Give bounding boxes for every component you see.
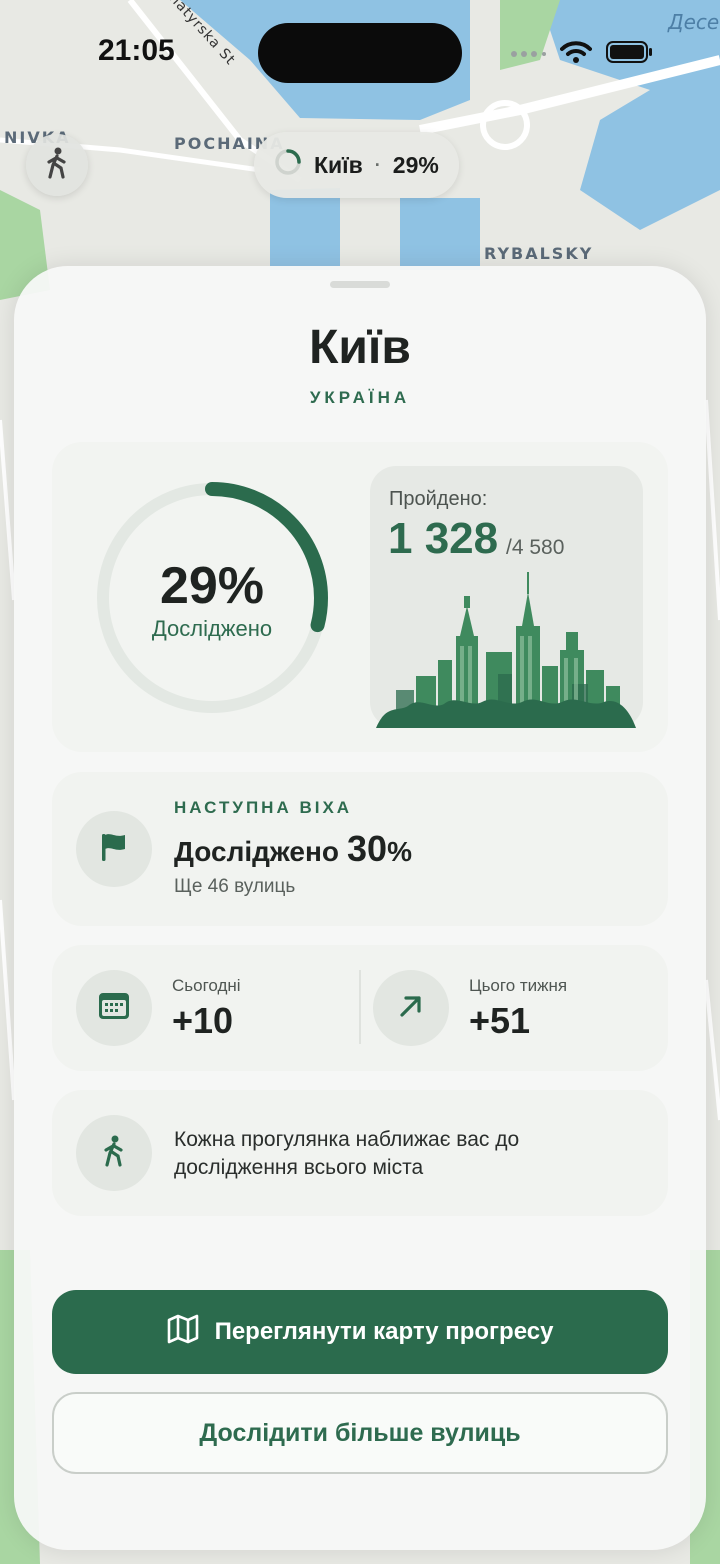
walk-mode-button[interactable] bbox=[26, 134, 88, 196]
progress-percent: 29% bbox=[159, 557, 265, 615]
walked-total: /4 580 bbox=[506, 536, 565, 559]
week-icon-circle bbox=[373, 970, 449, 1046]
flag-icon bbox=[99, 831, 129, 868]
calendar-icon bbox=[98, 992, 130, 1025]
sheet-title: Київ bbox=[309, 321, 411, 374]
map-label-water: Десе bbox=[668, 10, 720, 34]
pill-city-name: Київ bbox=[314, 151, 363, 178]
pill-percent: 29% bbox=[392, 151, 439, 178]
today-label: Сьогодні bbox=[172, 976, 241, 995]
loading-ring-icon bbox=[274, 148, 302, 182]
progress-label: Досліджено bbox=[151, 616, 273, 641]
milestone-icon-circle bbox=[76, 811, 152, 887]
walked-count: 1 328 bbox=[388, 514, 499, 563]
view-progress-map-label: Переглянути карту прогресу bbox=[214, 1318, 554, 1345]
milestone-target-suffix: % bbox=[387, 836, 412, 867]
today-icon-circle bbox=[76, 970, 152, 1046]
milestone-remaining: Ще 46 вулиць bbox=[174, 876, 296, 897]
map-icon bbox=[167, 1314, 199, 1351]
week-value: +51 bbox=[469, 1000, 531, 1041]
arrow-up-right-icon bbox=[397, 992, 425, 1025]
today-value: +10 bbox=[172, 1000, 234, 1041]
stats-divider bbox=[359, 970, 361, 1044]
dynamic-island bbox=[258, 23, 462, 83]
milestone-title-prefix: Досліджено bbox=[174, 836, 340, 867]
explore-more-streets-button[interactable]: Дослідити більше вулиць bbox=[52, 1392, 668, 1474]
walking-person-icon bbox=[44, 147, 70, 184]
city-skyline-illustration bbox=[376, 566, 636, 728]
week-label: Цього тижня bbox=[469, 976, 568, 995]
walking-person-icon bbox=[101, 1135, 127, 1172]
wifi-icon bbox=[560, 40, 592, 69]
tip-text: Кожна прогулянка наближає вас до дослідж… bbox=[174, 1128, 520, 1179]
milestone-kicker: НАСТУПНА ВІХА bbox=[174, 798, 353, 817]
view-progress-map-button[interactable]: Переглянути карту прогресу bbox=[52, 1290, 668, 1374]
pill-separator: · bbox=[374, 154, 381, 175]
tip-icon-circle bbox=[76, 1115, 152, 1191]
signal-icon bbox=[510, 46, 546, 64]
milestone-title: Досліджено 30 % bbox=[174, 828, 412, 870]
explore-more-streets-label: Дослідити більше вулиць bbox=[199, 1418, 521, 1447]
milestone-target-number: 30 bbox=[347, 828, 388, 869]
city-progress-pill[interactable]: Київ · 29% bbox=[254, 132, 459, 198]
battery-icon bbox=[606, 40, 654, 69]
walked-label: Пройдено: bbox=[389, 488, 488, 510]
status-icons bbox=[510, 40, 654, 69]
status-time: 21:05 bbox=[98, 34, 175, 67]
map-label-rybalsky: RYBALSKY bbox=[484, 244, 594, 263]
sheet-subtitle: УКРАЇНА bbox=[309, 388, 411, 407]
sheet-drag-handle[interactable] bbox=[330, 281, 390, 288]
